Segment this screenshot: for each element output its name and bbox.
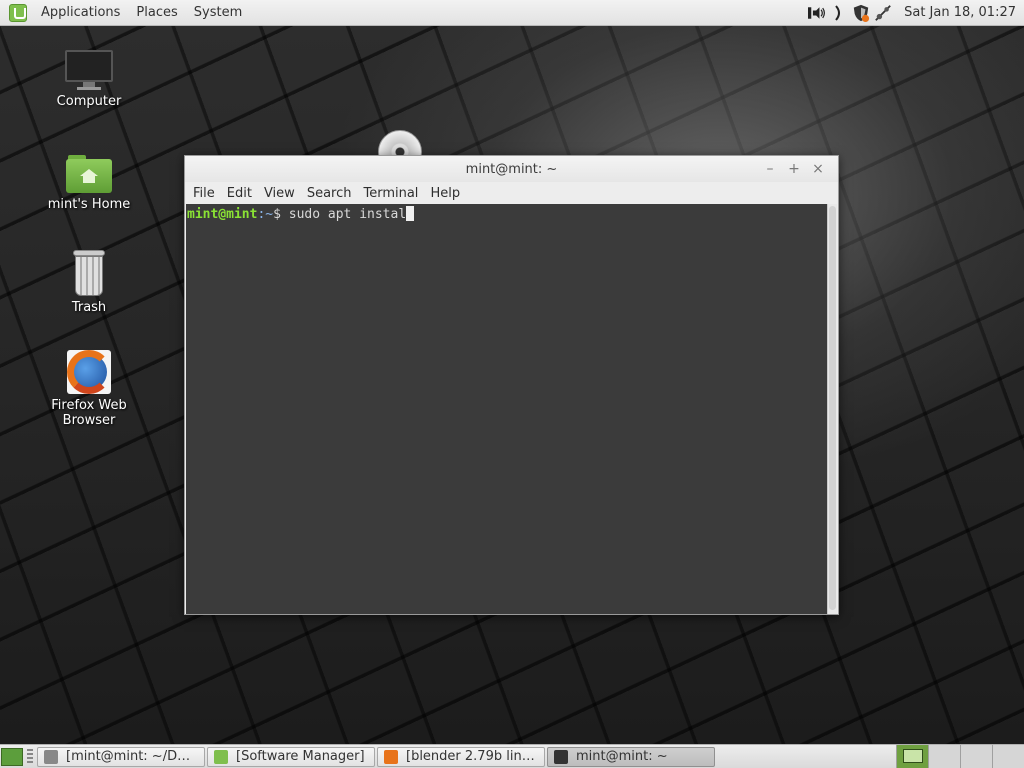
maximize-button[interactable]: + <box>782 159 806 179</box>
desktop-icon-firefox[interactable]: Firefox Web Browser <box>24 350 154 428</box>
firefox-icon <box>67 350 111 394</box>
desktop-icon-trash[interactable]: Trash <box>24 250 154 315</box>
desktop-icon-label: Firefox Web Browser <box>51 398 127 428</box>
volume-icon[interactable] <box>808 4 826 22</box>
home-folder-icon <box>66 155 112 193</box>
task-app-icon <box>44 749 58 764</box>
window-title: mint@mint: ~ <box>465 161 558 177</box>
menu-terminal[interactable]: Terminal <box>357 186 424 201</box>
terminal-window: mint@mint: ~ – + × File Edit View Search… <box>184 155 839 615</box>
workspace-switcher <box>896 744 1024 768</box>
task-label: mint@mint: ~ <box>576 749 668 764</box>
task-app-icon <box>554 749 568 764</box>
menu-applications[interactable]: Applications <box>33 5 128 20</box>
menu-search[interactable]: Search <box>301 186 358 201</box>
task-label: [blender 2.79b linu... <box>406 749 538 764</box>
taskbar-button[interactable]: [mint@mint: ~/Dow... <box>37 746 205 767</box>
task-app-icon <box>214 749 228 764</box>
desktop-icon-computer[interactable]: Computer <box>24 50 154 109</box>
workspace-4[interactable] <box>992 744 1024 768</box>
top-panel: Applications Places System Sat Jan 18, 0… <box>0 0 1024 26</box>
menu-file[interactable]: File <box>187 186 221 201</box>
menu-edit[interactable]: Edit <box>221 186 258 201</box>
minimize-button[interactable]: – <box>758 159 782 179</box>
computer-icon <box>65 50 113 90</box>
desktop-icon-label: Trash <box>71 300 107 315</box>
prompt-symbol: $ <box>273 207 289 222</box>
taskbar-button[interactable]: mint@mint: ~ <box>547 746 715 767</box>
text-cursor <box>406 206 415 221</box>
menu-help[interactable]: Help <box>424 186 466 201</box>
command-text: sudo apt instal <box>288 207 407 222</box>
system-tray: Sat Jan 18, 01:27 <box>806 0 1024 26</box>
window-list: [mint@mint: ~/Dow... [Software Manager] [b… <box>37 746 717 767</box>
desktop-icon-home[interactable]: mint's Home <box>24 155 154 212</box>
workspace-3[interactable] <box>960 744 992 768</box>
scrollbar-thumb[interactable] <box>829 206 836 610</box>
task-label: [mint@mint: ~/Dow... <box>66 749 198 764</box>
bracket-icon[interactable] <box>830 4 848 22</box>
task-label: [Software Manager] <box>236 749 365 764</box>
network-icon[interactable] <box>874 4 892 22</box>
desktop-icon-label: Computer <box>56 94 122 109</box>
workspace-1[interactable] <box>896 744 928 768</box>
menu-system[interactable]: System <box>186 5 250 20</box>
menu-places[interactable]: Places <box>128 5 185 20</box>
desktop-icon-label: mint's Home <box>47 197 131 212</box>
clock[interactable]: Sat Jan 18, 01:27 <box>904 5 1016 20</box>
workspace-2[interactable] <box>928 744 960 768</box>
show-desktop-button[interactable] <box>1 747 23 766</box>
bottom-panel: [mint@mint: ~/Dow... [Software Manager] [b… <box>0 744 1024 768</box>
taskbar-button[interactable]: [blender 2.79b linu... <box>377 746 545 767</box>
window-titlebar[interactable]: mint@mint: ~ – + × <box>185 156 838 182</box>
menu-view[interactable]: View <box>258 186 301 201</box>
terminal-output[interactable]: mint@mint:~$ sudo apt instal <box>186 204 828 614</box>
close-button[interactable]: × <box>806 159 830 179</box>
panel-handle[interactable] <box>27 748 33 765</box>
taskbar-button[interactable]: [Software Manager] <box>207 746 375 767</box>
terminal-scrollbar[interactable] <box>827 204 837 614</box>
trash-icon <box>73 250 105 296</box>
terminal-menubar: File Edit View Search Terminal Help <box>185 182 838 204</box>
mint-logo-icon[interactable] <box>9 3 27 22</box>
prompt-path: :~ <box>257 207 274 222</box>
shield-update-icon[interactable] <box>852 4 870 22</box>
prompt-user: mint@mint <box>187 207 258 222</box>
task-app-icon <box>384 749 398 764</box>
